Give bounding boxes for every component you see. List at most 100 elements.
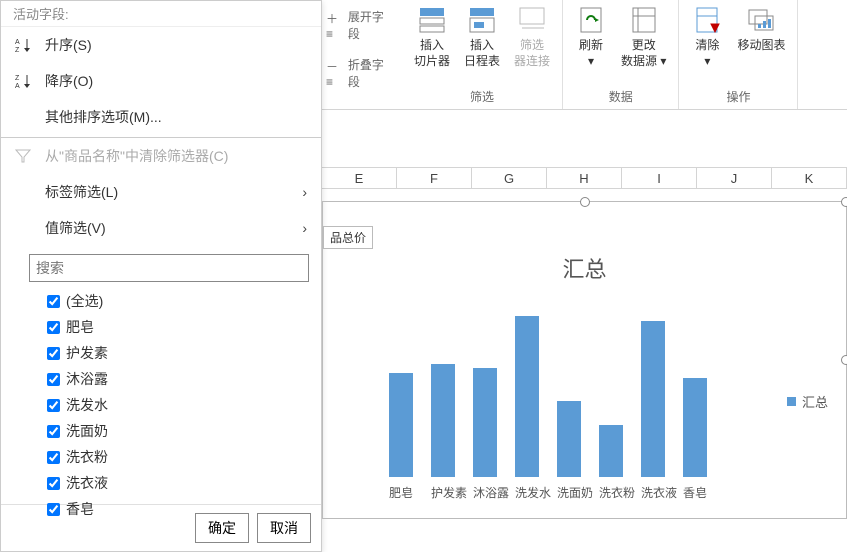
col-header[interactable]: H [547, 168, 622, 188]
checkbox[interactable] [47, 295, 60, 308]
svg-text:A: A [15, 83, 20, 89]
chart-title[interactable]: 汇总 [323, 252, 846, 284]
active-field-label: 活动字段: [1, 1, 321, 27]
chart-legend[interactable]: 汇总 [787, 392, 828, 411]
filter-checklist: (全选) 肥皂 护发素 沐浴露 洗发水 洗面奶 洗衣粉 洗衣液 香皂 [47, 288, 321, 498]
clear-button[interactable]: 清除▾ [687, 2, 727, 71]
change-datasource-button[interactable]: 更改 数据源 ▾ [617, 2, 670, 71]
bar[interactable] [683, 378, 707, 477]
col-header[interactable]: G [472, 168, 547, 188]
refresh-button[interactable]: 刷新▾ [571, 2, 611, 71]
chart-object[interactable]: 品总价 汇总 肥皂护发素沐浴露洗发水洗面奶洗衣粉洗衣液香皂 汇总 [322, 201, 847, 519]
x-tick-label: 洗面奶 [557, 484, 581, 501]
menu-item-label: 其他排序选项(M)... [45, 107, 162, 127]
x-tick-label: 洗发水 [515, 484, 539, 501]
plot-area[interactable] [333, 307, 763, 477]
plus-icon: ＋≡ [326, 10, 344, 41]
list-item[interactable]: 洗发水 [47, 392, 321, 418]
menu-item-label: 值筛选(V) [45, 218, 106, 238]
list-item[interactable]: 洗面奶 [47, 418, 321, 444]
bar[interactable] [557, 401, 581, 477]
x-tick-label: 护发素 [431, 484, 455, 501]
checkbox[interactable] [47, 503, 60, 516]
chevron-right-icon: › [302, 220, 307, 236]
move-chart-button[interactable]: 移动图表 [733, 2, 789, 71]
col-header[interactable]: F [397, 168, 472, 188]
chevron-right-icon: › [302, 184, 307, 200]
ok-button[interactable]: 确定 [195, 513, 249, 543]
insert-slicer-button[interactable]: 插入 切片器 [410, 2, 454, 71]
checkbox[interactable] [47, 425, 60, 438]
menu-item-label: 从"商品名称"中清除筛选器(C) [45, 146, 228, 166]
column-headers: E F G H I J K [322, 167, 847, 189]
field-button[interactable]: 品总价 [323, 226, 373, 249]
clear-filter-item: 从"商品名称"中清除筛选器(C) [1, 138, 321, 174]
connection-icon [516, 4, 548, 36]
list-item[interactable]: (全选) [47, 288, 321, 314]
field-expand-group: ＋≡展开字段 －≡折叠字段 [322, 0, 397, 98]
svg-text:A: A [15, 39, 20, 46]
expand-field-button[interactable]: ＋≡展开字段 [326, 8, 393, 42]
checkbox[interactable] [47, 451, 60, 464]
legend-swatch [787, 397, 796, 406]
timeline-icon [466, 4, 498, 36]
col-header[interactable]: K [772, 168, 847, 188]
bar[interactable] [641, 321, 665, 477]
datasource-icon [628, 4, 660, 36]
selection-handle[interactable] [841, 197, 847, 207]
search-input[interactable] [29, 254, 309, 282]
bar[interactable] [599, 425, 623, 477]
ribbon-group-filter: 插入 切片器 插入 日程表 筛选 器连接 筛选 [402, 0, 563, 109]
svg-text:Z: Z [15, 47, 20, 53]
bar[interactable] [389, 373, 413, 477]
ribbon-group-operations: 清除▾ 移动图表 操作 [679, 0, 798, 109]
clear-icon [691, 4, 723, 36]
ribbon-group-data: 刷新▾ 更改 数据源 ▾ 数据 [563, 0, 679, 109]
filter-connections-button: 筛选 器连接 [510, 2, 554, 71]
checkbox[interactable] [47, 321, 60, 334]
chevron-down-icon: ▾ [588, 54, 594, 68]
label-filter-item[interactable]: 标签筛选(L) › [1, 174, 321, 210]
refresh-icon [575, 4, 607, 36]
sort-descending-item[interactable]: ZA 降序(O) [1, 63, 321, 99]
menu-item-label: 升序(S) [45, 35, 92, 55]
menu-item-label: 降序(O) [45, 71, 93, 91]
x-axis-labels: 肥皂护发素沐浴露洗发水洗面奶洗衣粉洗衣液香皂 [333, 484, 763, 501]
collapse-field-button[interactable]: －≡折叠字段 [326, 56, 393, 90]
funnel-clear-icon [13, 146, 33, 166]
bar[interactable] [473, 368, 497, 477]
checkbox[interactable] [47, 347, 60, 360]
x-tick-label: 肥皂 [389, 484, 413, 501]
bar[interactable] [515, 316, 539, 477]
list-item[interactable]: 洗衣液 [47, 470, 321, 496]
minus-icon: －≡ [326, 58, 344, 89]
insert-timeline-button[interactable]: 插入 日程表 [460, 2, 504, 71]
checkbox[interactable] [47, 477, 60, 490]
list-item[interactable]: 肥皂 [47, 314, 321, 340]
ribbon-group-title: 操作 [726, 88, 750, 109]
chevron-down-icon: ▾ [660, 54, 666, 68]
checkbox[interactable] [47, 399, 60, 412]
bar[interactable] [431, 364, 455, 477]
sort-asc-icon: AZ [13, 35, 33, 55]
svg-text:Z: Z [15, 75, 20, 82]
sort-ascending-item[interactable]: AZ 升序(S) [1, 27, 321, 63]
selection-handle[interactable] [841, 355, 847, 365]
checkbox[interactable] [47, 373, 60, 386]
ribbon-group-title: 筛选 [470, 88, 494, 109]
x-tick-label: 香皂 [683, 484, 707, 501]
value-filter-item[interactable]: 值筛选(V) › [1, 210, 321, 246]
list-item[interactable]: 洗衣粉 [47, 444, 321, 470]
cancel-button[interactable]: 取消 [257, 513, 311, 543]
selection-handle[interactable] [580, 197, 590, 207]
col-header[interactable]: J [697, 168, 772, 188]
list-item[interactable]: 沐浴露 [47, 366, 321, 392]
sort-desc-icon: ZA [13, 71, 33, 91]
list-item[interactable]: 护发素 [47, 340, 321, 366]
col-header[interactable]: E [322, 168, 397, 188]
col-header[interactable]: I [622, 168, 697, 188]
slicer-icon [416, 4, 448, 36]
x-tick-label: 洗衣粉 [599, 484, 623, 501]
more-sort-options-item[interactable]: 其他排序选项(M)... [1, 99, 321, 135]
legend-label: 汇总 [802, 392, 828, 411]
